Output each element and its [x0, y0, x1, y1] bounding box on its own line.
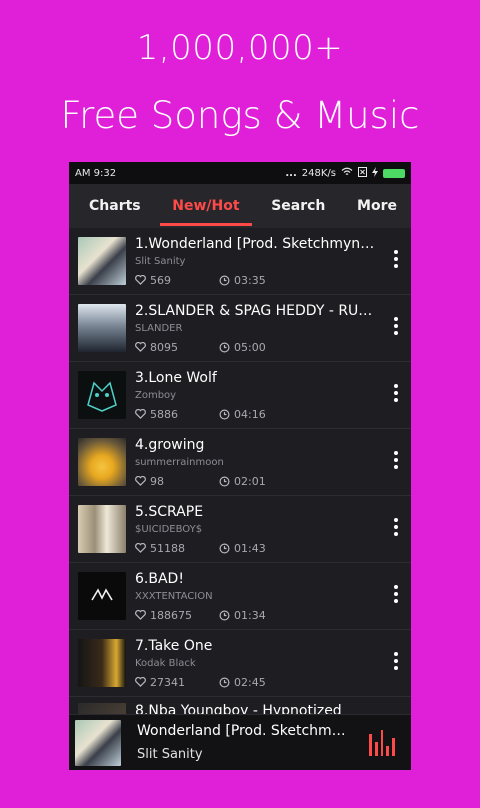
- song-artist: $UICIDEBOY$: [135, 523, 203, 535]
- song-title: 4.growing: [135, 436, 205, 453]
- equalizer-icon[interactable]: [369, 729, 395, 756]
- like-count: 51188: [150, 541, 185, 555]
- song-duration: 02:45: [234, 675, 266, 689]
- song-artist: Slit Sanity: [135, 255, 186, 267]
- heart-icon: [135, 476, 146, 486]
- more-vertical-icon[interactable]: [393, 384, 399, 402]
- heart-icon: [135, 610, 146, 620]
- more-vertical-icon[interactable]: [393, 250, 399, 268]
- more-vertical-icon[interactable]: [393, 652, 399, 670]
- song-title: 1.Wonderland [Prod. Sketchmyname]: [135, 235, 380, 252]
- tab-more[interactable]: More: [357, 198, 397, 214]
- album-art: [78, 438, 126, 486]
- clock-icon: [219, 342, 230, 352]
- song-row[interactable]: 5.SCRAPE $UICIDEBOY$ 51188 01:43: [69, 496, 411, 563]
- heart-icon: [135, 677, 146, 687]
- clock-icon: [219, 610, 230, 620]
- tab-charts[interactable]: Charts: [89, 198, 141, 214]
- song-row[interactable]: 4.growing summerrainmoon 98 02:01: [69, 429, 411, 496]
- clock-icon: [219, 476, 230, 486]
- song-title: 2.SLANDER & SPAG HEDDY - RUNNIN: [135, 302, 380, 319]
- album-art: [78, 371, 126, 419]
- album-art: [78, 237, 126, 285]
- song-artist: Zomboy: [135, 389, 177, 401]
- song-duration: 01:43: [234, 541, 266, 555]
- more-vertical-icon[interactable]: [393, 585, 399, 603]
- song-duration: 03:35: [234, 273, 266, 287]
- app-screen: AM 9:32 ... 248K/s Charts New/Hot Search…: [69, 162, 411, 770]
- charging-icon: [372, 166, 378, 180]
- wifi-icon: [341, 167, 353, 179]
- now-playing-art: [75, 719, 121, 766]
- clock-icon: [219, 409, 230, 419]
- album-art: [78, 639, 126, 687]
- song-title: 3.Lone Wolf: [135, 369, 217, 386]
- more-vertical-icon[interactable]: [393, 451, 399, 469]
- song-duration: 02:01: [234, 474, 266, 488]
- song-row[interactable]: 7.Take One Kodak Black 27341 02:45: [69, 630, 411, 697]
- like-count: 569: [150, 273, 171, 287]
- more-vertical-icon[interactable]: [393, 317, 399, 335]
- album-art: [78, 505, 126, 553]
- heart-icon: [135, 275, 146, 285]
- song-title: 5.SCRAPE: [135, 503, 204, 520]
- now-playing-title: Wonderland [Prod. Sketchmyname]: [137, 723, 347, 739]
- like-count: 27341: [150, 675, 185, 689]
- like-count: 98: [150, 474, 164, 488]
- song-list: 1.Wonderland [Prod. Sketchmyname] Slit S…: [69, 228, 411, 764]
- song-duration: 05:00: [234, 340, 266, 354]
- status-dots: ...: [285, 167, 297, 179]
- promo-headline: 1,000,000+: [136, 28, 344, 68]
- song-duration: 01:34: [234, 608, 266, 622]
- song-artist: summerrainmoon: [135, 456, 224, 468]
- promo-subheadline: Free Songs & Music: [60, 94, 420, 137]
- battery-icon: [383, 168, 405, 178]
- album-art: [78, 572, 126, 620]
- status-bar: AM 9:32 ... 248K/s: [69, 162, 411, 184]
- tab-bar: Charts New/Hot Search More: [69, 184, 411, 228]
- heart-icon: [135, 409, 146, 419]
- mini-player[interactable]: Wonderland [Prod. Sketchmyname] Slit San…: [69, 714, 411, 770]
- more-vertical-icon[interactable]: [393, 518, 399, 536]
- like-count: 8095: [150, 340, 178, 354]
- like-count: 188675: [150, 608, 192, 622]
- clock-icon: [219, 543, 230, 553]
- heart-icon: [135, 342, 146, 352]
- song-artist: Kodak Black: [135, 657, 196, 669]
- song-row[interactable]: 1.Wonderland [Prod. Sketchmyname] Slit S…: [69, 228, 411, 295]
- song-duration: 04:16: [234, 407, 266, 421]
- song-row[interactable]: 3.Lone Wolf Zomboy 5886 04:16: [69, 362, 411, 429]
- network-speed: 248K/s: [301, 167, 336, 179]
- like-count: 5886: [150, 407, 178, 421]
- album-art: [78, 304, 126, 352]
- sim-icon: [358, 166, 367, 180]
- heart-icon: [135, 543, 146, 553]
- song-title: 6.BAD!: [135, 570, 184, 587]
- clock-icon: [219, 275, 230, 285]
- song-title: 7.Take One: [135, 637, 213, 654]
- now-playing-artist: Slit Sanity: [137, 747, 203, 762]
- song-artist: XXXTENTACION: [135, 590, 213, 602]
- status-time: AM 9:32: [75, 167, 117, 179]
- clock-icon: [219, 677, 230, 687]
- tab-search[interactable]: Search: [271, 198, 325, 214]
- song-artist: SLANDER: [135, 322, 183, 334]
- song-row[interactable]: 6.BAD! XXXTENTACION 188675 01:34: [69, 563, 411, 630]
- tab-new-hot[interactable]: New/Hot: [160, 198, 252, 226]
- song-row[interactable]: 2.SLANDER & SPAG HEDDY - RUNNIN SLANDER …: [69, 295, 411, 362]
